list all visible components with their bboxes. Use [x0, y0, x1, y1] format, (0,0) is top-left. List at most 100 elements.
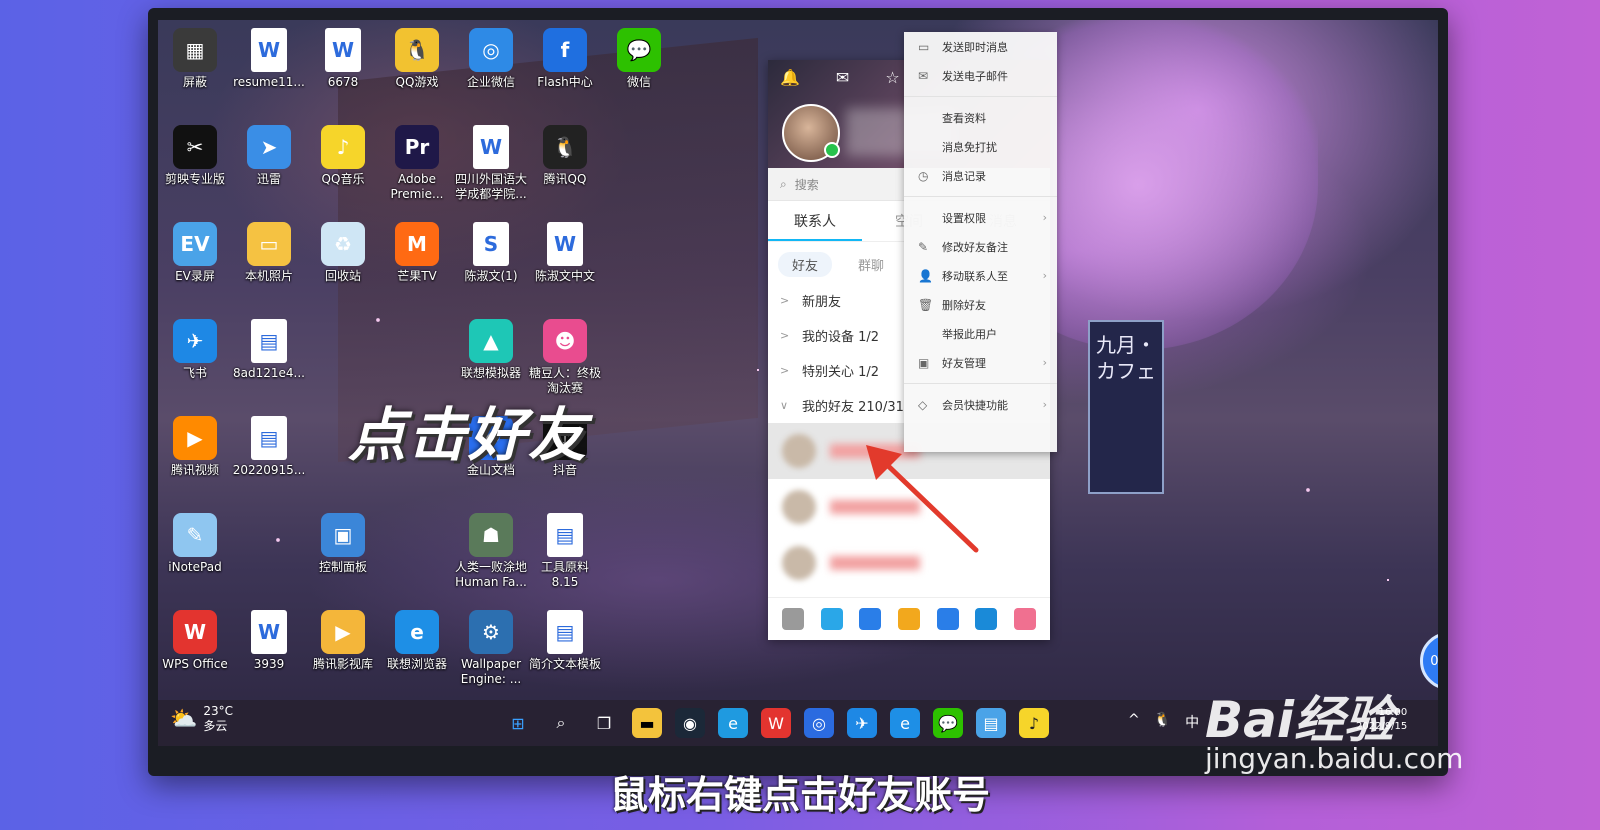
- desktop-icon[interactable]: e 联想浏览器: [380, 610, 454, 672]
- cloud-icon[interactable]: [975, 608, 998, 630]
- edge-icon[interactable]: e: [718, 708, 748, 738]
- menu-item[interactable]: ✎ 修改好友备注: [904, 232, 1057, 261]
- desktop-icon[interactable]: ☻ 糖豆人：终极淘汰赛: [528, 319, 602, 396]
- notepad-icon[interactable]: ▤: [976, 708, 1006, 738]
- tray-chevron-icon[interactable]: ^: [1128, 712, 1140, 732]
- search-app-icon[interactable]: ◎: [804, 708, 834, 738]
- file-explorer-icon[interactable]: ▬: [632, 708, 662, 738]
- desktop-icon[interactable]: ◎ 企业微信: [454, 28, 528, 90]
- menu-item[interactable]: ✉ 发送电子邮件: [904, 61, 1057, 90]
- desktop-icon[interactable]: ▣ 控制面板: [306, 513, 380, 575]
- menu-item[interactable]: 举报此用户: [904, 319, 1057, 348]
- chevron-right-icon: ›: [1042, 356, 1047, 369]
- desktop-icon[interactable]: ☗ 人类一败涂地 Human Fa...: [454, 513, 528, 590]
- desktop-icon[interactable]: 🐧 QQ游戏: [380, 28, 454, 90]
- wps-icon[interactable]: W: [761, 708, 791, 738]
- desktop-icon-label: 企业微信: [466, 75, 515, 89]
- menu-item[interactable]: ▭ 发送即时消息: [904, 32, 1057, 61]
- wechat-icon[interactable]: 💬: [933, 708, 963, 738]
- desktop-icon[interactable]: ▤ 简介文本模板: [528, 610, 602, 672]
- qq-tray-icon[interactable]: 🐧: [1154, 712, 1171, 732]
- menu-item[interactable]: ◷ 消息记录: [904, 161, 1057, 190]
- menu-item[interactable]: ◇ 会员快捷功能 ›: [904, 390, 1057, 419]
- task-view-icon[interactable]: ❐: [589, 708, 619, 738]
- desktop-icon-label: 控制面板: [318, 560, 367, 574]
- desktop-icon[interactable]: ▶ 腾讯影视库: [306, 610, 380, 672]
- desktop-icon[interactable]: ▦ 屏蔽: [158, 28, 232, 90]
- desktop-icon[interactable]: ♪ QQ音乐: [306, 125, 380, 187]
- app-icon: ▤: [251, 319, 287, 363]
- ime-indicator[interactable]: 中: [1185, 712, 1199, 732]
- menu-item[interactable]: 消息免打扰: [904, 132, 1057, 161]
- qq-music-icon[interactable]: ♪: [1019, 708, 1049, 738]
- apps-icon[interactable]: [1013, 608, 1036, 630]
- star-icon[interactable]: ☆: [885, 68, 899, 87]
- desktop-icon[interactable]: 🐧 腾讯QQ: [528, 125, 602, 187]
- desktop-icon[interactable]: ♻ 回收站: [306, 222, 380, 284]
- desktop-icon-label: 屏蔽: [182, 75, 207, 89]
- desktop-icon[interactable]: ✈ 飞书: [158, 319, 232, 381]
- desktop-icon-label: iNotePad: [168, 560, 222, 574]
- weather-widget[interactable]: ⛅ 23°C 多云: [170, 704, 233, 734]
- fox-icon[interactable]: [897, 608, 920, 630]
- group-label: 特别关心 1/2: [802, 365, 880, 380]
- menu-separator: [904, 383, 1057, 384]
- feishu-icon[interactable]: ✈: [847, 708, 877, 738]
- weather-desc: 多云: [203, 719, 228, 733]
- desktop-screen: 九月・カフェ ▦ 屏蔽 Wresume11... W 6678 🐧 QQ游戏 ◎ 企业微信 f Fl…: [158, 20, 1438, 746]
- desktop-icon[interactable]: ✂ 剪映专业版: [158, 125, 232, 187]
- desktop-icon[interactable]: S 陈淑文(1): [454, 222, 528, 284]
- app-icon: W: [547, 222, 583, 266]
- desktop-icon[interactable]: ✎ iNotePad: [158, 513, 232, 575]
- menu-item[interactable]: ▣ 好友管理 ›: [904, 348, 1057, 377]
- desktop-icon[interactable]: W 四川外国语大学成都学院...: [454, 125, 528, 202]
- desktop-icon[interactable]: Wresume11...: [232, 28, 306, 90]
- desktop-icon[interactable]: ▭ 本机照片: [232, 222, 306, 284]
- desktop-icon-label: 腾讯QQ: [543, 172, 587, 186]
- desktop-icon[interactable]: f Flash中心: [528, 28, 602, 90]
- menu-item[interactable]: 查看资料: [904, 103, 1057, 132]
- desktop-icon[interactable]: EV EV录屏: [158, 222, 232, 284]
- menu-item[interactable]: 设置权限 ›: [904, 203, 1057, 232]
- lenovo-browser-icon[interactable]: e: [890, 708, 920, 738]
- chevron-right-icon: ›: [1042, 211, 1047, 224]
- desktop-icon[interactable]: M 芒果TV: [380, 222, 454, 284]
- bell-icon[interactable]: 🔔: [780, 68, 800, 87]
- desktop-icon[interactable]: Pr Adobe Premie...: [380, 125, 454, 202]
- subtab-friends[interactable]: 好友: [778, 252, 833, 277]
- recording-timer[interactable]: 00:07: [1420, 632, 1438, 690]
- start-icon[interactable]: ⊞: [503, 708, 533, 738]
- desktop-icon-label: WPS Office: [162, 657, 228, 671]
- menu-item-label: 消息记录: [942, 169, 986, 183]
- desktop-icon[interactable]: W 3939: [232, 610, 306, 672]
- menu-item[interactable]: 🗑 删除好友: [904, 290, 1057, 319]
- search-icon[interactable]: ⌕: [546, 708, 576, 738]
- red-arrow-pointer: [866, 445, 979, 553]
- app-icon: S: [473, 222, 509, 266]
- overlay-caption: 点击好友: [348, 401, 589, 469]
- desktop-icon[interactable]: ➤ 迅雷: [232, 125, 306, 187]
- menu-item-icon: ▣: [918, 355, 930, 370]
- mail-icon[interactable]: ✉: [836, 68, 849, 87]
- desktop-icon[interactable]: W 6678: [306, 28, 380, 90]
- desktop-icon[interactable]: ▶ 腾讯视频: [158, 416, 232, 478]
- desktop-icon-label: 迅雷: [256, 172, 281, 186]
- desktop-icon[interactable]: 💬 微信: [602, 28, 676, 90]
- menu-icon[interactable]: [782, 608, 805, 630]
- desktop-icon[interactable]: ▲ 联想模拟器: [454, 319, 528, 381]
- menu-item[interactable]: 👤 移动联系人至 ›: [904, 261, 1057, 290]
- desktop-icon[interactable]: ▤ 8ad121e4...: [232, 319, 306, 381]
- desktop-icon[interactable]: W 陈淑文中文: [528, 222, 602, 284]
- desktop-icon[interactable]: ⚙ Wallpaper Engine: ...: [454, 610, 528, 687]
- steam-icon[interactable]: ◉: [675, 708, 705, 738]
- tab-contacts[interactable]: 联系人: [768, 211, 862, 241]
- game-icon[interactable]: [936, 608, 959, 630]
- subtab-groups[interactable]: 群聊: [844, 252, 898, 277]
- taskbar-apps: ⊞ ⌕ ❐ ▬ ◉ e W ◎ ✈ e 💬 ▤ ♪: [503, 708, 1049, 738]
- desktop-icon[interactable]: W WPS Office: [158, 610, 232, 672]
- desktop-icon[interactable]: ▤ 20220915...: [232, 416, 306, 478]
- upload-icon[interactable]: [859, 608, 882, 630]
- avatar[interactable]: [782, 104, 840, 162]
- add-friend-icon[interactable]: [820, 608, 843, 630]
- desktop-icon[interactable]: ▤ 工具原料 8.15: [528, 513, 602, 590]
